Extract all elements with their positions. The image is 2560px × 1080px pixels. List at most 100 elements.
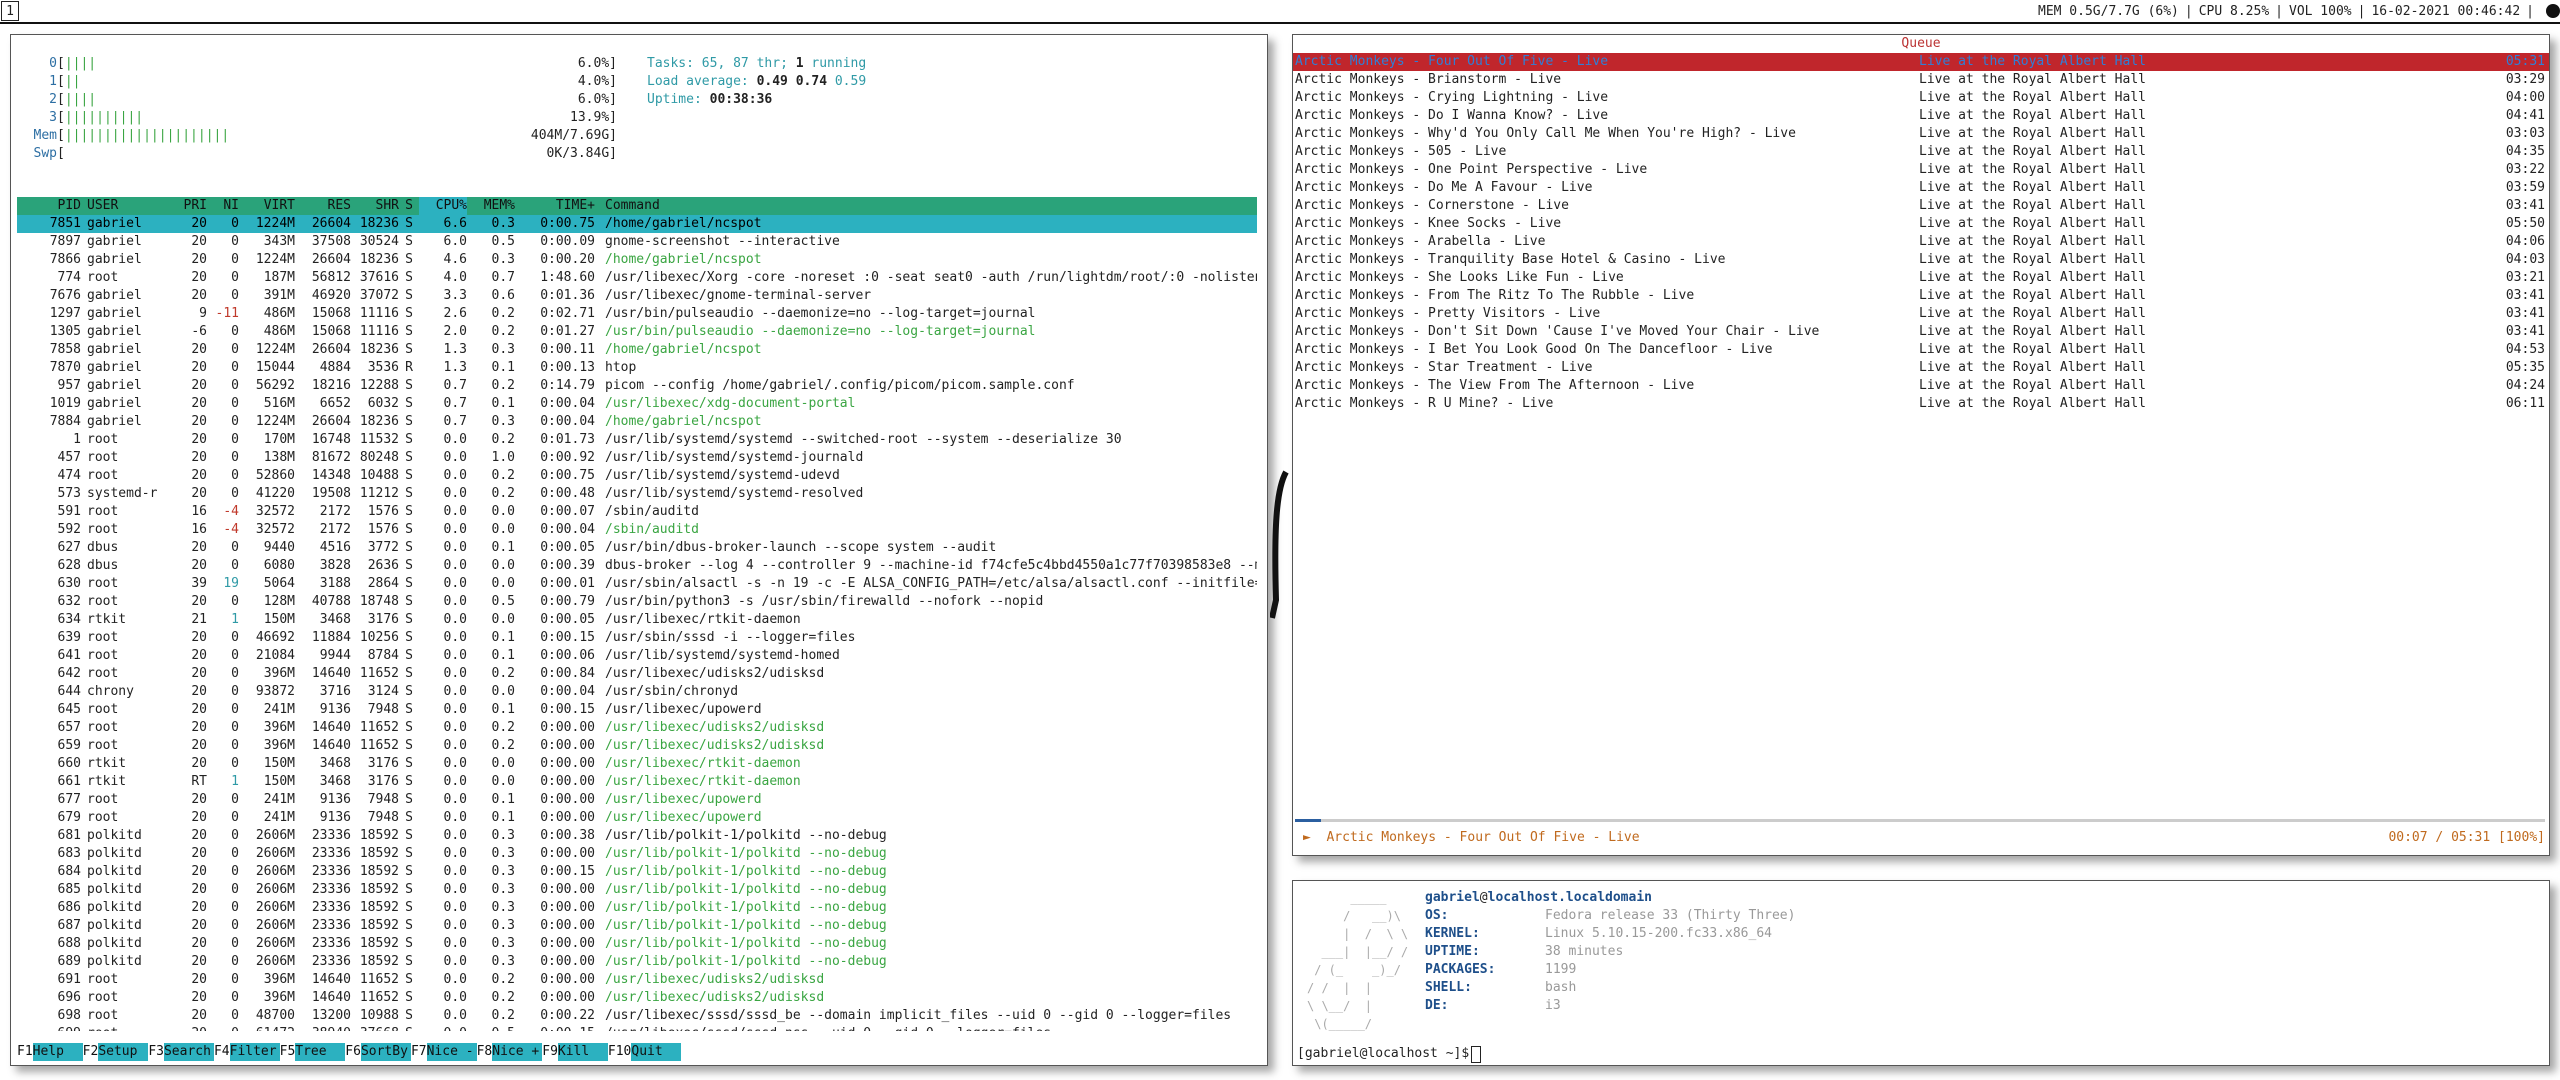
process-row[interactable]: 684 polkitd 20 0 2606M 23336 18592 S 0.0 0.3 0:00.…	[17, 863, 1257, 881]
process-row[interactable]: 699root200614723894037668S0.00.50:00.15/…	[17, 1025, 1257, 1031]
process-row[interactable]: 679 root 20 0 241M 9136 7948 S 0.0 0.1 0:00.00/usr…	[17, 809, 1257, 827]
column-header-pri[interactable]: PRI	[167, 197, 207, 215]
process-row[interactable]: 573 systemd-r 20 0 41220 19508 11212 S 0.0 0.2 0:0…	[17, 485, 1257, 503]
process-row[interactable]: 1305 gabriel -6 0 486M 15068 11116 S 2.0 0.2 0:01.…	[17, 323, 1257, 341]
neofetch-packages: PACKAGES: 1199	[1425, 961, 1795, 979]
process-row[interactable]: 628 dbus 20 0 6080 3828 2636 S 0.0 0.0 0:00.39 dbus…	[17, 557, 1257, 575]
column-header-res[interactable]: RES	[295, 197, 351, 215]
column-header-shr[interactable]: SHR	[351, 197, 399, 215]
process-row[interactable]: 644 chrony 20 0 93872 3716 3124 S 0.0 0.0 0:00.04 /…	[17, 683, 1257, 701]
process-row[interactable]: 698 root 20 0 48700 13200 10988 S 0.0 0.2 0:00.22 /…	[17, 1007, 1257, 1025]
queue-item[interactable]: Arctic Monkeys - Don't Sit Down 'Cause I…	[1293, 323, 2549, 341]
fkey-setup[interactable]: F2 Setup	[83, 1043, 149, 1061]
fkey-nice[interactable]: F7 Nice -	[411, 1043, 477, 1061]
process-row[interactable]: 641 root 20 0 21084 9944 8784 S 0.0 0.1 0:00.06/us…	[17, 647, 1257, 665]
fkey-kill[interactable]: F9 Kill	[542, 1043, 608, 1061]
process-row[interactable]: 686 polkitd 20 0 2606M 23336 18592 S 0.0 0.3 0:00.…	[17, 899, 1257, 917]
process-row[interactable]: 691 root 20 0 396M 14640 11652 S 0.0 0.2 0:00.00/u…	[17, 971, 1257, 989]
fkey-quit[interactable]: F10 Quit	[608, 1043, 682, 1061]
terminal-window[interactable]: _____ / __)\ | / \ \ ___| |__/ / / (_ _)…	[1292, 880, 2550, 1066]
queue-item[interactable]: Arctic Monkeys - She Looks Like Fun - Li…	[1293, 269, 2549, 287]
process-row[interactable]: 696 root 20 0 396M 14640 11652 S 0.0 0.2 0:00.00/u…	[17, 989, 1257, 1007]
process-row[interactable]: 677 root 20 0 241M 9136 7948 S 0.0 0.1 0:00.00/usr…	[17, 791, 1257, 809]
process-row[interactable]: 7851 gabriel 20 0 1224M 26604 18236 S 6.6 0.3 0:00…	[17, 215, 1257, 233]
fkey-tree[interactable]: F5 Tree	[280, 1043, 346, 1061]
htop-window[interactable]: 0[|||| 6.0%] Tasks: 65, 87 thr; 1 running 1…	[10, 34, 1268, 1066]
process-row[interactable]: 639 root 20 0 46692 11884 10256 S 0.0 0.1 0:00.15 /…	[17, 629, 1257, 647]
process-row[interactable]: 681 polkitd 20 0 2606M 23336 18592 S 0.0 0.3 0:00.…	[17, 827, 1257, 845]
queue-item[interactable]: Arctic Monkeys - 505 - Live Live at the R…	[1293, 143, 2549, 161]
process-row[interactable]: 687 polkitd 20 0 2606M 23336 18592 S 0.0 0.3 0:00.…	[17, 917, 1257, 935]
column-header-s[interactable]: S	[399, 197, 419, 215]
playback-progress-bar[interactable]	[1295, 819, 2545, 822]
queue-item[interactable]: Arctic Monkeys - Tranquility Base Hotel …	[1293, 251, 2549, 269]
process-row[interactable]: 7866 gabriel 20 0 1224M 26604 18236 S 4.6 0.3 0:00…	[17, 251, 1257, 269]
column-header-time[interactable]: TIME+	[515, 197, 595, 215]
process-row[interactable]: 685 polkitd 20 0 2606M 23336 18592 S 0.0 0.3 0:00.…	[17, 881, 1257, 899]
queue-item[interactable]: Arctic Monkeys - Cornerstone - Live Live …	[1293, 197, 2549, 215]
process-row[interactable]: 657 root 20 0 396M 14640 11652 S 0.0 0.2 0:00.00/u…	[17, 719, 1257, 737]
queue-item[interactable]: Arctic Monkeys - R U Mine? - Live Live at…	[1293, 395, 2549, 413]
shell-prompt[interactable]: [gabriel@localhost ~]$	[1297, 1045, 1482, 1063]
queue-item[interactable]: Arctic Monkeys - I Bet You Look Good On …	[1293, 341, 2549, 359]
process-table[interactable]: 7851 gabriel 20 0 1224M 26604 18236 S 6.6 0.3 0:00…	[17, 215, 1257, 1031]
queue-item[interactable]: Arctic Monkeys - The View From The After…	[1293, 377, 2549, 395]
column-header-cpu[interactable]: CPU%	[419, 197, 467, 215]
fkey-search[interactable]: F3 Search	[148, 1043, 214, 1061]
fkey-nice[interactable]: F8 Nice +	[477, 1043, 543, 1061]
process-row[interactable]: 634 rtkit 21 1 150M 3468 3176 S 0.0 0.0 0:00.05/us…	[17, 611, 1257, 629]
process-row[interactable]: 7870 gabriel 20 0 15044 4884 3536 R 1.3 0.1 0:00.1…	[17, 359, 1257, 377]
process-row[interactable]: 627 dbus 20 0 9440 4516 3772 S 0.0 0.1 0:00.05/usr…	[17, 539, 1257, 557]
process-row[interactable]: 688 polkitd 20 0 2606M 23336 18592 S 0.0 0.3 0:00.…	[17, 935, 1257, 953]
queue-item[interactable]: Arctic Monkeys - Crying Lightning - Live…	[1293, 89, 2549, 107]
process-row[interactable]: 474 root 20 0 52860 14348 10488 S 0.0 0.2 0:00.75 /…	[17, 467, 1257, 485]
process-row[interactable]: 683 polkitd 20 0 2606M 23336 18592 S 0.0 0.3 0:00.…	[17, 845, 1257, 863]
column-header-virt[interactable]: VIRT	[239, 197, 295, 215]
queue-item[interactable]: Arctic Monkeys - Why'd You Only Call Me …	[1293, 125, 2549, 143]
queue-item[interactable]: Arctic Monkeys - Do I Wanna Know? - Live…	[1293, 107, 2549, 125]
fkey-filter[interactable]: F4 Filter	[214, 1043, 280, 1061]
queue-item[interactable]: Arctic Monkeys - Arabella - Live Live at …	[1293, 233, 2549, 251]
queue-item[interactable]: Arctic Monkeys - From The Ritz To The Ru…	[1293, 287, 2549, 305]
play-icon[interactable]: ►	[1303, 830, 1311, 845]
ncspot-window[interactable]: Queue Arctic Monkeys - Four Out Of Five …	[1292, 34, 2550, 856]
column-header-command[interactable]: Command	[595, 197, 1257, 215]
process-row[interactable]: 659 root 20 0 396M 14640 11652 S 0.0 0.2 0:00.00/u…	[17, 737, 1257, 755]
process-row[interactable]: 645 root 20 0 241M 9136 7948 S 0.0 0.1 0:00.15/usr…	[17, 701, 1257, 719]
process-row[interactable]: 7884 gabriel 20 0 1224M 26604 18236 S 0.7 0.3 0:00…	[17, 413, 1257, 431]
process-row[interactable]: 642 root 20 0 396M 14640 11652 S 0.0 0.2 0:00.84/u…	[17, 665, 1257, 683]
process-row[interactable]: 660 rtkit 20 0 150M 3468 3176 S 0.0 0.0 0:00.00/us…	[17, 755, 1257, 773]
process-row[interactable]: 689 polkitd 20 0 2606M 23336 18592 S 0.0 0.3 0:00.…	[17, 953, 1257, 971]
queue-item[interactable]: Arctic Monkeys - Brianstorm - Live Live a…	[1293, 71, 2549, 89]
process-table-header[interactable]: PID USER PRI NI VIRT RES SHR S CPU% MEM% TIME+ Comm…	[17, 197, 1257, 215]
process-row[interactable]: 774 root 20 0 187M 56812 37616 S 4.0 0.7 1:48.60/u…	[17, 269, 1257, 287]
workspace-button[interactable]: 1	[1, 1, 19, 21]
queue-item[interactable]: Arctic Monkeys - One Point Perspective -…	[1293, 161, 2549, 179]
queue-item[interactable]: Arctic Monkeys - Knee Socks - Live Live a…	[1293, 215, 2549, 233]
process-row[interactable]: 957 gabriel 20 0 56292 18216 12288 S 0.7 0.2 0:14.…	[17, 377, 1257, 395]
process-row[interactable]: 661 rtkit RT 1 150M 3468 3176 S 0.0 0.0 0:00.00/us…	[17, 773, 1257, 791]
column-header-pid[interactable]: PID	[17, 197, 81, 215]
process-row[interactable]: 7676 gabriel 20 0 391M 46920 37072 S 3.3 0.6 0:01.…	[17, 287, 1257, 305]
process-row[interactable]: 1 root 20 0 170M 16748 11532 S 0.0 0.2 0:01.73/usr…	[17, 431, 1257, 449]
queue-item[interactable]: Arctic Monkeys - Do Me A Favour - Live Li…	[1293, 179, 2549, 197]
fkey-sortby[interactable]: F6 SortBy	[345, 1043, 411, 1061]
process-row[interactable]: 1019 gabriel 20 0 516M 6652 6032 S 0.7 0.1 0:00.04…	[17, 395, 1257, 413]
fkey-help[interactable]: F1 Help	[17, 1043, 83, 1061]
process-row[interactable]: 632 root 20 0 128M 40788 18748 S 0.0 0.5 0:00.79/u…	[17, 593, 1257, 611]
queue-item[interactable]: Arctic Monkeys - Star Treatment - Live Li…	[1293, 359, 2549, 377]
column-header-ni[interactable]: NI	[207, 197, 239, 215]
process-row[interactable]: 591 root 16 -4 32572 2172 1576 S 0.0 0.0 0:00.07/s…	[17, 503, 1257, 521]
process-row[interactable]: 457 root 20 0 138M 81672 80248 S 0.0 1.0 0:00.92/u…	[17, 449, 1257, 467]
queue-item[interactable]: Arctic Monkeys - Pretty Visitors - Live L…	[1293, 305, 2549, 323]
process-row[interactable]: 7897 gabriel 20 0 343M 37508 30524 S 6.0 0.5 0:00.…	[17, 233, 1257, 251]
tray-icon[interactable]	[2546, 4, 2560, 18]
column-header-user[interactable]: USER	[81, 197, 167, 215]
process-row[interactable]: 630 root 39 19 5064 3188 2864 S 0.0 0.0 0:00.01/us…	[17, 575, 1257, 593]
column-header-mem[interactable]: MEM%	[467, 197, 515, 215]
process-row[interactable]: 7858 gabriel 20 0 1224M 26604 18236 S 1.3 0.3 0:00…	[17, 341, 1257, 359]
queue-list[interactable]: Arctic Monkeys - Four Out Of Five - Live…	[1293, 53, 2549, 413]
process-row[interactable]: 1297 gabriel 9 -11 486M 15068 11116 S 2.6 0.2 0:02…	[17, 305, 1257, 323]
process-row[interactable]: 592 root 16 -4 32572 2172 1576 S 0.0 0.0 0:00.04/s…	[17, 521, 1257, 539]
queue-item[interactable]: Arctic Monkeys - Four Out Of Five - Live…	[1293, 53, 2549, 71]
